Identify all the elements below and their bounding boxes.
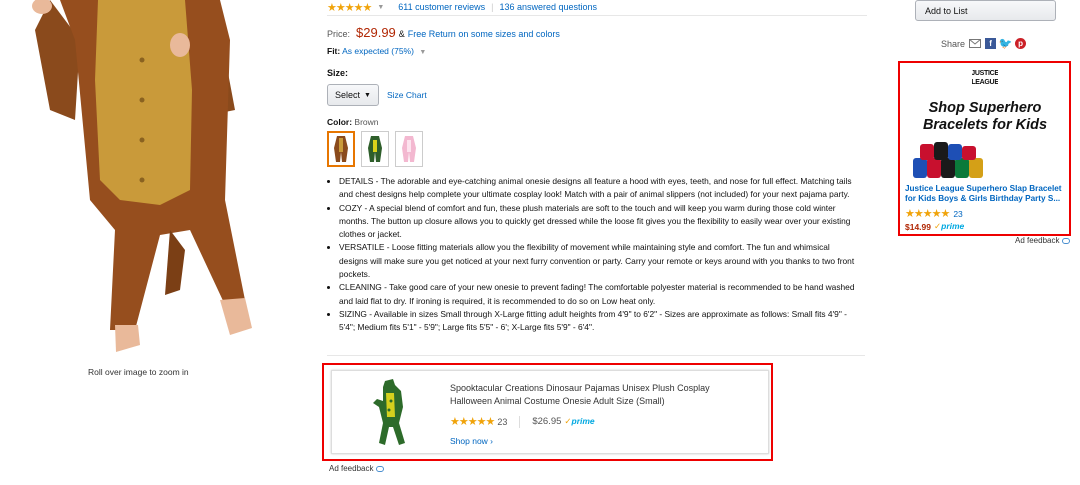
ad-rating-row: ★★★★★ 23 bbox=[905, 207, 1065, 220]
bullet-details: DETAILS - The adorable and eye-catching … bbox=[339, 175, 857, 202]
sidebar-sponsored-ad[interactable]: JUSTICE LEAGUE Shop Superhero Bracelets … bbox=[905, 64, 1065, 232]
divider bbox=[327, 15, 867, 16]
ad-rating-count: 23 bbox=[497, 416, 508, 427]
separator: | bbox=[491, 2, 494, 12]
ad-rating-stars: ★★★★★ bbox=[450, 416, 495, 428]
prime-check-icon: ✓ bbox=[564, 416, 572, 426]
ad-meta-row: ★★★★★ 23 $26.95 ✓prime bbox=[450, 415, 595, 428]
email-icon[interactable] bbox=[969, 39, 982, 48]
add-to-list-button[interactable]: Add to List bbox=[915, 0, 1056, 21]
ad-rating-stars: ★★★★★ bbox=[905, 208, 950, 220]
size-select-dropdown[interactable]: Select ▼ bbox=[327, 84, 379, 106]
ampersand: & bbox=[398, 29, 405, 39]
size-select-label: Select bbox=[335, 90, 361, 100]
rating-stars[interactable]: ★★★★★ bbox=[327, 1, 372, 14]
free-return-link[interactable]: Free Return on some sizes and colors bbox=[408, 29, 560, 39]
facebook-icon[interactable]: f bbox=[985, 38, 997, 49]
ad-feedback-link[interactable]: Ad feedback bbox=[329, 464, 385, 473]
bullet-versatile: VERSATILE - Loose fitting materials allo… bbox=[339, 241, 857, 281]
zoom-hint: Roll over image to zoom in bbox=[88, 367, 189, 377]
size-label: Size: bbox=[327, 68, 349, 78]
size-row: Select ▼ Size Chart bbox=[327, 84, 867, 106]
swatch-green[interactable] bbox=[361, 131, 389, 167]
ad-price: $14.99 bbox=[905, 221, 931, 232]
ad-price-row: $14.99 ✓prime bbox=[905, 221, 1065, 232]
chevron-down-icon[interactable]: ▼ bbox=[377, 4, 384, 11]
ad-price: $26.95 bbox=[532, 416, 562, 427]
pinterest-icon[interactable]: p bbox=[1015, 38, 1027, 49]
price-value: $29.99 bbox=[356, 25, 396, 40]
prime-label: prime bbox=[571, 416, 595, 426]
share-row: Share f 🐦 p bbox=[941, 38, 1027, 50]
ad-feedback-label: Ad feedback bbox=[1015, 236, 1060, 245]
separator bbox=[519, 415, 521, 428]
size-chart-link[interactable]: Size Chart bbox=[387, 90, 427, 100]
swatch-brown[interactable] bbox=[327, 131, 355, 167]
justice-league-logo: JUSTICE LEAGUE bbox=[971, 66, 1000, 90]
prime-label: prime bbox=[941, 221, 965, 231]
fit-value-link[interactable]: As expected (75%) bbox=[342, 46, 414, 56]
swatch-pink[interactable] bbox=[395, 131, 423, 167]
ad-product-title-line-2[interactable]: for Kids Boys & Girls Birthday Party S..… bbox=[905, 194, 1065, 204]
product-main-image[interactable] bbox=[20, 0, 275, 360]
twitter-icon[interactable]: 🐦 bbox=[999, 38, 1013, 50]
color-label: Color: bbox=[327, 117, 353, 127]
price-row: Price: $29.99 & Free Return on some size… bbox=[327, 25, 867, 40]
brown-onesie-thumbnail bbox=[334, 136, 348, 162]
bullet-sizing: SIZING - Available in sizes Small throug… bbox=[339, 308, 857, 335]
ad-headline[interactable]: Shop Superhero Bracelets for Kids bbox=[905, 100, 1065, 134]
ad-product-title[interactable]: Spooktacular Creations Dinosaur Pajamas … bbox=[450, 382, 750, 408]
speech-bubble-icon bbox=[1062, 237, 1071, 244]
ad-product-title-line-1[interactable]: Justice League Superhero Slap Bracelet bbox=[905, 184, 1065, 194]
green-onesie-thumbnail bbox=[368, 136, 382, 162]
sponsored-product-ad[interactable]: Spooktacular Creations Dinosaur Pajamas … bbox=[331, 370, 769, 454]
color-row: Color: Brown bbox=[327, 117, 867, 127]
product-details: ★★★★★ ▼ 611 customer reviews | 136 answe… bbox=[327, 0, 867, 335]
speech-bubble-icon bbox=[376, 465, 385, 472]
svg-text:LEAGUE: LEAGUE bbox=[972, 79, 998, 86]
ad-feedback-link[interactable]: Ad feedback bbox=[1015, 236, 1071, 245]
chevron-down-icon[interactable]: ▼ bbox=[419, 49, 426, 56]
justice-league-logo-art: JUSTICE LEAGUE bbox=[971, 67, 1000, 87]
fit-label: Fit: bbox=[327, 46, 341, 56]
fit-row: Fit: As expected (75%) ▼ bbox=[327, 46, 867, 56]
prime-badge: ✓prime bbox=[564, 416, 594, 427]
bracelets-product-image[interactable] bbox=[905, 140, 989, 180]
reviews-link[interactable]: 611 customer reviews bbox=[398, 2, 485, 12]
bullet-cleaning: CLEANING - Take good care of your new on… bbox=[339, 281, 857, 308]
color-value: Brown bbox=[354, 117, 379, 127]
bullet-cozy: COZY - A special blend of comfort and fu… bbox=[339, 202, 857, 242]
share-label: Share bbox=[941, 38, 966, 49]
price-label: Price: bbox=[327, 29, 351, 39]
prime-badge: ✓prime bbox=[934, 221, 964, 232]
svg-text:JUSTICE: JUSTICE bbox=[972, 70, 998, 77]
pink-onesie-thumbnail bbox=[402, 136, 416, 162]
divider bbox=[327, 355, 865, 356]
chevron-down-icon: ▼ bbox=[364, 91, 371, 99]
shop-now-link[interactable]: Shop now › bbox=[450, 436, 493, 446]
ad-feedback-label: Ad feedback bbox=[329, 464, 374, 473]
ad-rating-count[interactable]: 23 bbox=[953, 209, 962, 219]
color-swatches bbox=[327, 131, 867, 167]
rating-row: ★★★★★ ▼ 611 customer reviews | 136 answe… bbox=[327, 0, 867, 14]
feature-bullets: DETAILS - The adorable and eye-catching … bbox=[327, 175, 857, 335]
answered-questions-link[interactable]: 136 answered questions bbox=[499, 2, 597, 12]
dinosaur-costume-thumbnail[interactable] bbox=[367, 377, 417, 449]
